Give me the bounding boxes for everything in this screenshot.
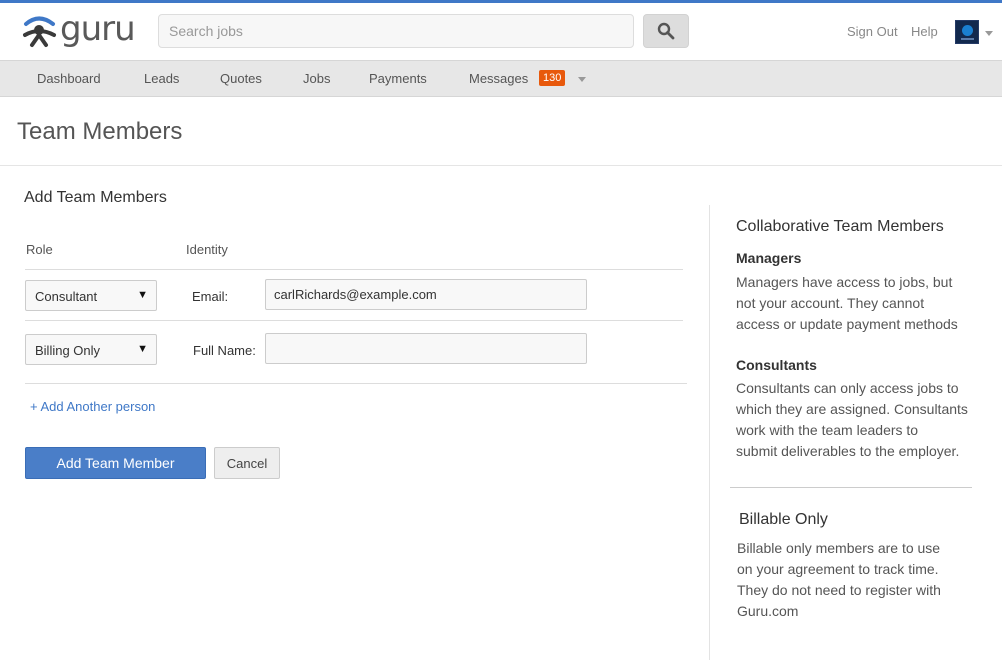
form-title: Add Team Members — [24, 189, 167, 206]
role-select-value: Billing Only — [35, 343, 101, 358]
search-input[interactable] — [158, 14, 634, 48]
role-select-value: Consultant — [35, 289, 98, 304]
guru-logo[interactable]: guru — [20, 9, 146, 49]
search-icon — [657, 22, 675, 40]
managers-description: Managers have access to jobs, but not yo… — [736, 274, 958, 332]
divider — [25, 383, 687, 384]
sidebar-divider — [709, 205, 710, 660]
identity-column-header: Identity — [186, 242, 228, 257]
divider — [0, 165, 1002, 166]
main-nav: Dashboard Leads Quotes Jobs Payments Mes… — [0, 60, 1002, 97]
add-another-person-link[interactable]: + Add Another person — [30, 399, 155, 414]
divider — [730, 487, 972, 488]
top-header: guru Sign Out Help — [0, 3, 1002, 60]
divider — [25, 269, 683, 270]
role-select[interactable]: Billing Only ▼ — [25, 334, 157, 365]
nav-item-jobs[interactable]: Jobs — [303, 71, 330, 86]
billable-only-title: Billable Only — [739, 511, 828, 528]
email-label: Email: — [192, 289, 229, 304]
divider — [25, 320, 683, 321]
full-name-label: Full Name: — [193, 343, 256, 358]
dropdown-arrow-icon: ▼ — [137, 289, 148, 301]
cancel-button[interactable]: Cancel — [214, 447, 280, 479]
help-link[interactable]: Help — [911, 24, 938, 39]
role-select[interactable]: Consultant ▼ — [25, 280, 157, 311]
nav-item-dashboard[interactable]: Dashboard — [37, 71, 101, 86]
sidebar-title: Collaborative Team Members — [736, 218, 944, 235]
billable-only-description: Billable only members are to use on your… — [737, 540, 941, 619]
search-button[interactable] — [643, 14, 689, 48]
nav-item-payments[interactable]: Payments — [369, 71, 427, 86]
consultants-heading: Consultants — [736, 357, 817, 373]
page-title: Team Members — [17, 118, 183, 145]
logo-wordmark: guru — [60, 9, 136, 49]
nav-item-messages[interactable]: Messages — [469, 71, 528, 86]
guru-logo-icon — [23, 16, 56, 47]
role-column-header: Role — [26, 242, 53, 257]
caret-down-icon[interactable] — [985, 31, 993, 36]
email-field[interactable] — [265, 279, 587, 310]
managers-heading: Managers — [736, 250, 802, 266]
messages-caret-down-icon[interactable] — [578, 77, 586, 82]
full-name-field[interactable] — [265, 333, 587, 364]
consultants-description: Consultants can only access jobs to whic… — [736, 380, 968, 459]
dropdown-arrow-icon: ▼ — [137, 343, 148, 355]
messages-count-badge: 130 — [539, 70, 566, 86]
avatar[interactable] — [955, 20, 979, 44]
add-team-member-button[interactable]: Add Team Member — [25, 447, 206, 479]
nav-item-leads[interactable]: Leads — [144, 71, 179, 86]
nav-item-quotes[interactable]: Quotes — [220, 71, 262, 86]
sign-out-link[interactable]: Sign Out — [847, 24, 898, 39]
